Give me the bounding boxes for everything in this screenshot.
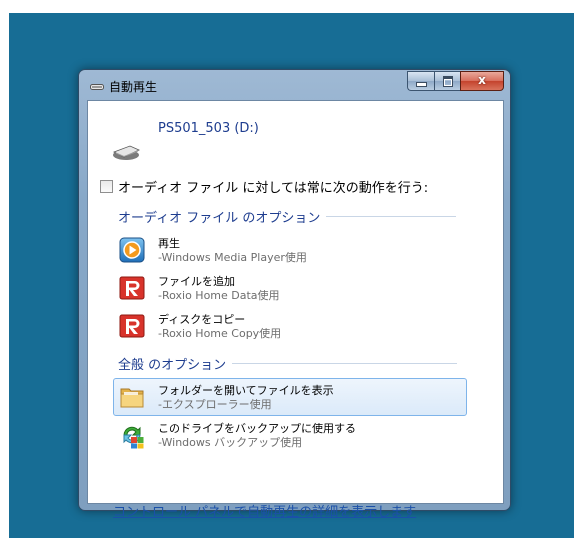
- autoplay-window: 自動再生 x PS501_503 (D:) オーディオ ファイル に対しては常に…: [78, 69, 511, 520]
- option-subtitle: -Roxio Home Data使用: [158, 289, 280, 302]
- removable-drive-icon: [113, 145, 140, 160]
- window-title: 自動再生: [109, 80, 158, 94]
- always-do-label: オーディオ ファイル に対しては常に次の動作を行う:: [118, 181, 429, 196]
- device-name: PS501_503 (D:): [158, 121, 259, 136]
- option-subtitle: -Roxio Home Copy使用: [158, 327, 282, 340]
- title-bar[interactable]: 自動再生 x: [79, 70, 510, 100]
- section-divider: [232, 363, 458, 364]
- option-subtitle: -Windows Media Player使用: [158, 251, 307, 264]
- backup-icon: [123, 426, 144, 449]
- minimize-button[interactable]: [407, 71, 434, 91]
- roxio-icon: [119, 276, 145, 300]
- option-subtitle: -Windows バックアップ使用: [158, 436, 303, 449]
- maximize-button[interactable]: [434, 71, 460, 91]
- section-divider: [326, 216, 457, 217]
- audio-options-title: オーディオ ファイル のオプション: [118, 211, 321, 226]
- option-play[interactable]: 再生 -Windows Media Player使用: [113, 231, 467, 269]
- general-options-header: 全般 のオプション: [118, 354, 458, 373]
- control-panel-link[interactable]: コントロール パネルで自動再生の詳細を表示します: [113, 501, 416, 520]
- dialog-content: PS501_503 (D:) オーディオ ファイル に対しては常に次の動作を行う…: [87, 100, 504, 520]
- audio-options-header: オーディオ ファイル のオプション: [118, 207, 457, 226]
- general-options-title: 全般 のオプション: [118, 358, 227, 373]
- always-do-row[interactable]: オーディオ ファイル に対しては常に次の動作を行う:: [100, 177, 428, 196]
- option-open-folder[interactable]: フォルダーを開いてファイルを表示 -エクスプローラー使用: [113, 378, 467, 416]
- close-button[interactable]: x: [460, 71, 504, 91]
- drive-icon: [90, 84, 104, 90]
- always-do-checkbox[interactable]: [100, 180, 113, 193]
- desktop-background: 自動再生 x PS501_503 (D:) オーディオ ファイル に対しては常に…: [9, 13, 574, 538]
- option-subtitle: -エクスプローラー使用: [158, 398, 272, 411]
- folder-icon: [120, 388, 144, 408]
- roxio-icon: [119, 314, 145, 338]
- close-icon: x: [478, 73, 486, 87]
- option-backup[interactable]: このドライブをバックアップに使用する -Windows バックアップ使用: [113, 416, 467, 454]
- option-copy-disc[interactable]: ディスクをコピー -Roxio Home Copy使用: [113, 307, 467, 345]
- media-player-icon: [119, 237, 145, 263]
- caption-buttons: x: [407, 71, 504, 91]
- option-add-files[interactable]: ファイルを追加 -Roxio Home Data使用: [113, 269, 467, 307]
